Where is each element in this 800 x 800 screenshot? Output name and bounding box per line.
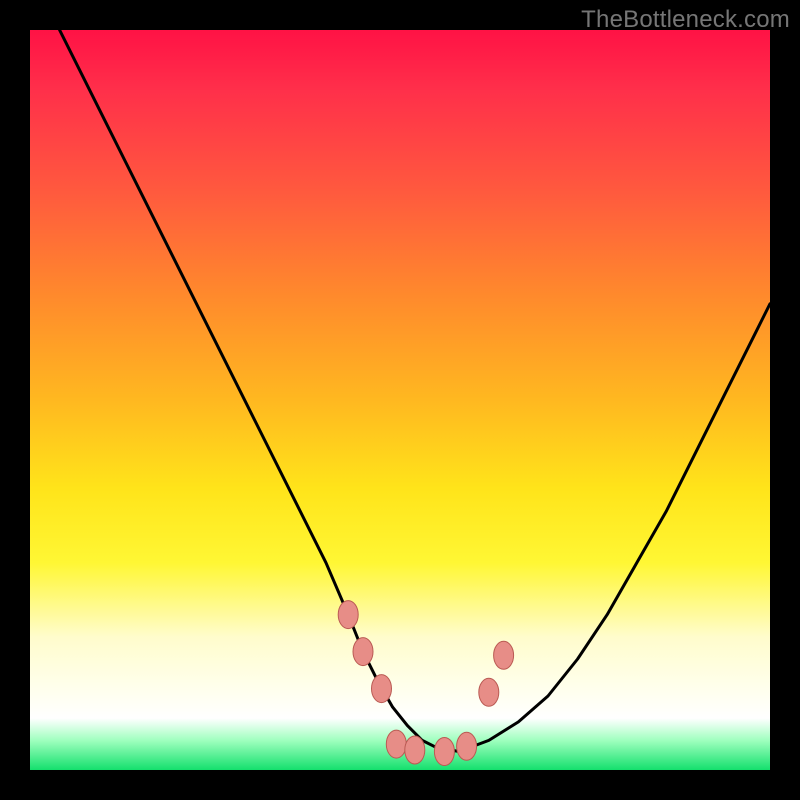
bottleneck-curve [60,30,770,752]
curve-marker [353,638,373,666]
curve-marker [338,601,358,629]
curve-marker [386,730,406,758]
watermark-text: TheBottleneck.com [581,6,790,34]
curve-marker [457,732,477,760]
curve-marker [434,738,454,766]
plot-area [30,30,770,770]
curve-marker [479,678,499,706]
curve-marker [405,736,425,764]
curve-layer [30,30,770,770]
curve-group [60,30,770,752]
chart-frame: TheBottleneck.com [0,0,800,800]
curve-marker [494,641,514,669]
curve-marker [372,675,392,703]
